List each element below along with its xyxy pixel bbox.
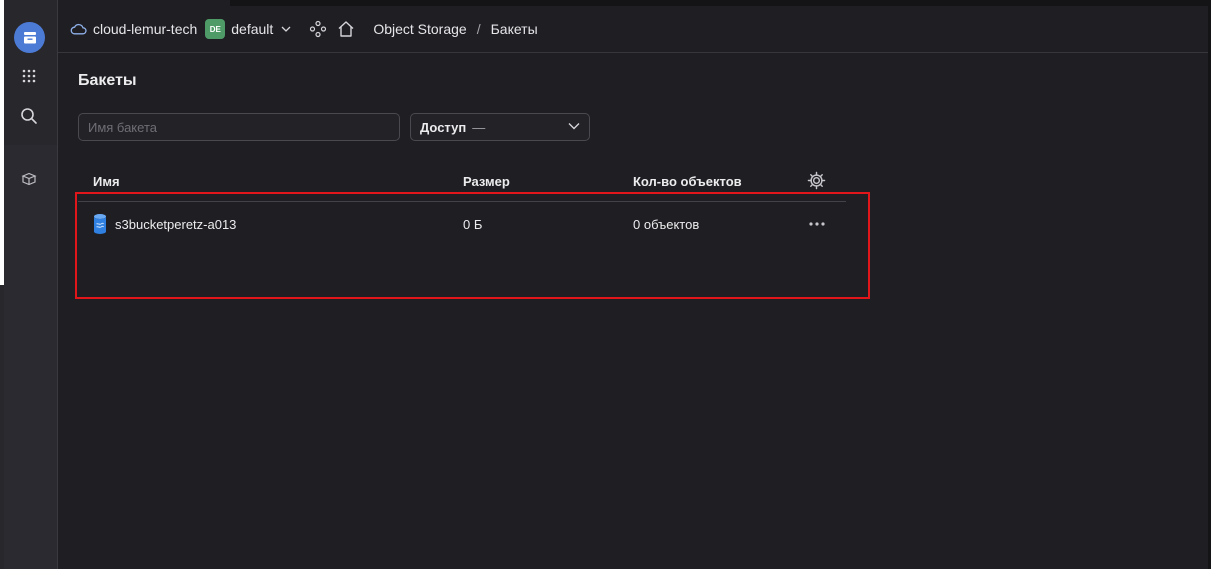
top-header: cloud-lemur-tech DE default Object Stora… — [58, 6, 1208, 53]
folder-selector[interactable]: DE default — [197, 19, 291, 39]
gear-icon — [807, 171, 826, 190]
access-filter-value: — — [472, 119, 486, 135]
column-header-size[interactable]: Размер — [463, 174, 510, 189]
column-header-objects[interactable]: Кол-во объектов — [633, 174, 742, 189]
sidebar-lower-panel — [4, 145, 57, 569]
bucket-icon — [94, 214, 106, 234]
box-icon — [21, 172, 37, 186]
breadcrumb-separator: / — [476, 21, 481, 37]
bucket-name-search-input[interactable] — [78, 113, 400, 141]
breadcrumb-service[interactable]: Object Storage — [373, 21, 466, 37]
row-actions-button[interactable] — [808, 215, 826, 238]
console-logo[interactable] — [14, 22, 45, 53]
sidebar — [0, 0, 58, 569]
cloud-selector[interactable]: cloud-lemur-tech — [70, 21, 197, 37]
page-title: Бакеты — [78, 72, 137, 89]
bucket-size: 0 Б — [463, 217, 483, 232]
folder-name: default — [231, 21, 274, 37]
nodes-icon — [310, 20, 327, 38]
org-button[interactable] — [309, 20, 327, 38]
storage-icon — [23, 31, 36, 43]
bucket-name-link[interactable]: s3bucketperetz-a013 — [115, 217, 236, 232]
table-row[interactable]: s3bucketperetz-a013 0 Б 0 объектов — [78, 202, 846, 248]
folder-badge: DE — [205, 19, 226, 39]
breadcrumb-current: Бакеты — [490, 21, 538, 37]
grid-icon — [22, 69, 36, 83]
services-menu-button[interactable] — [17, 64, 41, 88]
marketplace-button[interactable] — [17, 167, 41, 191]
cloud-icon — [70, 23, 87, 35]
chevron-down-icon — [568, 123, 580, 130]
home-icon — [338, 21, 354, 37]
more-horizontal-icon — [809, 222, 825, 226]
cloud-name: cloud-lemur-tech — [93, 21, 198, 37]
access-filter-label: Доступ — [420, 119, 467, 135]
column-header-name[interactable]: Имя — [93, 174, 120, 189]
home-button[interactable] — [337, 20, 355, 38]
table-settings-button[interactable] — [807, 171, 826, 195]
bucket-object-count: 0 объектов — [633, 217, 700, 232]
search-button[interactable] — [17, 104, 41, 128]
chevron-down-icon — [281, 26, 291, 32]
search-icon — [21, 108, 37, 124]
access-filter-select[interactable]: Доступ — — [410, 113, 590, 141]
